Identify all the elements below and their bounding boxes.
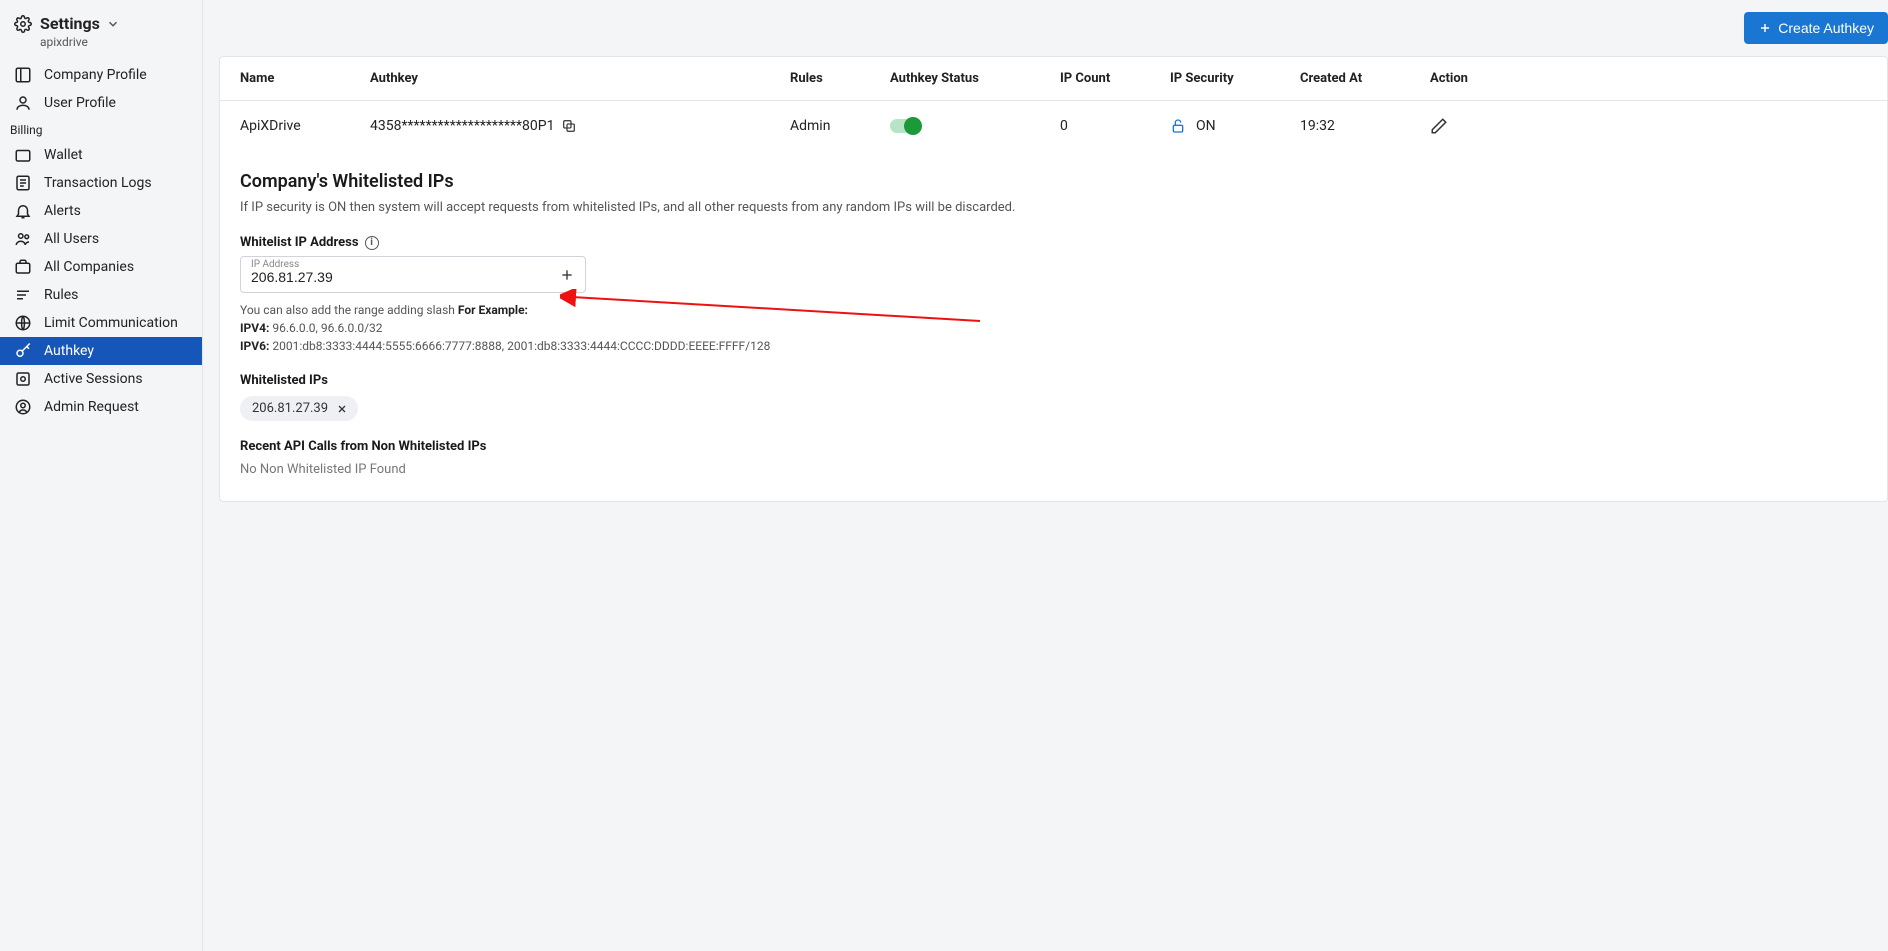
sidebar-item-label: All Companies [44,259,134,275]
lock-open-icon [1170,118,1186,134]
cell-ipcount: 0 [1050,101,1160,152]
sidebar-item-label: All Users [44,231,99,247]
briefcase-icon [14,258,32,276]
list-icon [14,174,32,192]
helper-ipv4: 96.6.0.0, 96.6.0.0/32 [269,321,382,335]
authkey-table: Name Authkey Rules Authkey Status IP Cou… [220,57,1887,151]
bell-icon [14,202,32,220]
helper-ipv6: 2001:db8:3333:4444:5555:6666:7777:8888, … [269,339,770,353]
sidebar-item-all-users[interactable]: All Users [0,225,202,253]
whitelist-title: Company's Whitelisted IPs [240,171,1867,192]
helper-forexample: For Example: [458,303,528,317]
sidebar-item-label: Rules [44,287,78,303]
lines-icon [14,286,32,304]
sidebar-item-admin-request[interactable]: Admin Request [0,393,202,421]
plus-icon [1758,21,1772,35]
remove-ip-icon[interactable] [336,403,348,415]
sidebar-header[interactable]: Settings [0,14,202,35]
sidebar-item-alerts[interactable]: Alerts [0,197,202,225]
layout-icon [14,66,32,84]
ip-chip: 206.81.27.39 [240,396,358,421]
sidebar-title: Settings [40,14,100,33]
sidebar-item-active-sessions[interactable]: Active Sessions [0,365,202,393]
ip-input-wrapper: IP Address [240,256,586,293]
sidebar-item-label: Admin Request [44,399,139,415]
cell-action [1420,101,1887,152]
sidebar-item-label: Active Sessions [44,371,143,387]
sidebar-item-label: Transaction Logs [44,175,152,191]
sidebar-item-transaction-logs[interactable]: Transaction Logs [0,169,202,197]
sidebar-item-authkey[interactable]: Authkey [0,337,202,365]
helper-ipv6-label: IPV6: [240,339,269,353]
cell-created: 19:32 [1290,101,1420,152]
ip-chip-value: 206.81.27.39 [252,401,328,416]
gear-icon [14,15,32,33]
th-ipsec: IP Security [1160,57,1290,101]
whitelisted-ips-title: Whitelisted IPs [240,373,1867,388]
globe-icon [14,314,32,332]
ipsec-value: ON [1196,118,1216,134]
sidebar-section-billing: Billing [0,117,202,141]
edit-icon[interactable] [1430,117,1877,135]
cell-authkey: 4358********************80P1 [360,101,780,152]
add-ip-button[interactable] [559,267,575,283]
create-authkey-label: Create Authkey [1778,20,1874,36]
th-created: Created At [1290,57,1420,101]
info-icon[interactable]: i [365,236,379,250]
th-authkey: Authkey [360,57,780,101]
table-row: ApiXDrive 4358********************80P1 A… [220,101,1887,152]
sidebar-item-wallet[interactable]: Wallet [0,141,202,169]
cell-ipsec: ON [1160,101,1290,152]
sidebar-item-user-profile[interactable]: User Profile [0,89,202,117]
sessions-icon [14,370,32,388]
sidebar-subtitle: apixdrive [0,35,202,49]
ip-float-label: IP Address [251,259,299,270]
users-icon [14,230,32,248]
helper-prefix: You can also add the range adding slash [240,303,458,317]
main: Create Authkey Name Authkey Rules Authke… [203,0,1888,951]
cell-rules: Admin [780,101,880,152]
sidebar-item-label: Alerts [44,203,81,219]
sidebar-item-label: Authkey [44,343,94,359]
sidebar-item-label: Limit Communication [44,315,178,331]
sidebar-item-rules[interactable]: Rules [0,281,202,309]
sidebar-item-label: Wallet [44,147,83,163]
sidebar: Settings apixdrive Company Profile User … [0,0,203,951]
sidebar-item-limit-communication[interactable]: Limit Communication [0,309,202,337]
ip-helper-text: You can also add the range adding slash … [240,301,1867,355]
authkey-panel: Name Authkey Rules Authkey Status IP Cou… [219,56,1888,502]
copy-icon[interactable] [561,118,577,134]
key-icon [14,342,32,360]
sidebar-item-company-profile[interactable]: Company Profile [0,61,202,89]
sidebar-item-all-companies[interactable]: All Companies [0,253,202,281]
whitelist-field-label: Whitelist IP Address i [240,235,1867,250]
whitelist-desc: If IP security is ON then system will ac… [240,200,1867,215]
whitelist-field-label-text: Whitelist IP Address [240,235,359,250]
user-icon [14,94,32,112]
sidebar-item-label: Company Profile [44,67,147,83]
create-authkey-button[interactable]: Create Authkey [1744,12,1888,44]
sidebar-item-label: User Profile [44,95,116,111]
authkey-value: 4358********************80P1 [370,118,555,134]
topbar: Create Authkey [203,0,1888,56]
cell-status [880,101,1050,152]
helper-ipv4-label: IPV4: [240,321,269,335]
recent-calls-title: Recent API Calls from Non Whitelisted IP… [240,439,1867,454]
th-status: Authkey Status [880,57,1050,101]
th-action: Action [1420,57,1887,101]
th-rules: Rules [780,57,880,101]
whitelist-section: Company's Whitelisted IPs If IP security… [220,151,1887,477]
wallet-icon [14,146,32,164]
recent-calls-none: No Non Whitelisted IP Found [240,462,1867,477]
chevron-down-icon [106,17,120,31]
th-name: Name [220,57,360,101]
th-ipcount: IP Count [1050,57,1160,101]
cell-name: ApiXDrive [220,101,360,152]
admin-request-icon [14,398,32,416]
status-toggle[interactable] [890,119,920,133]
